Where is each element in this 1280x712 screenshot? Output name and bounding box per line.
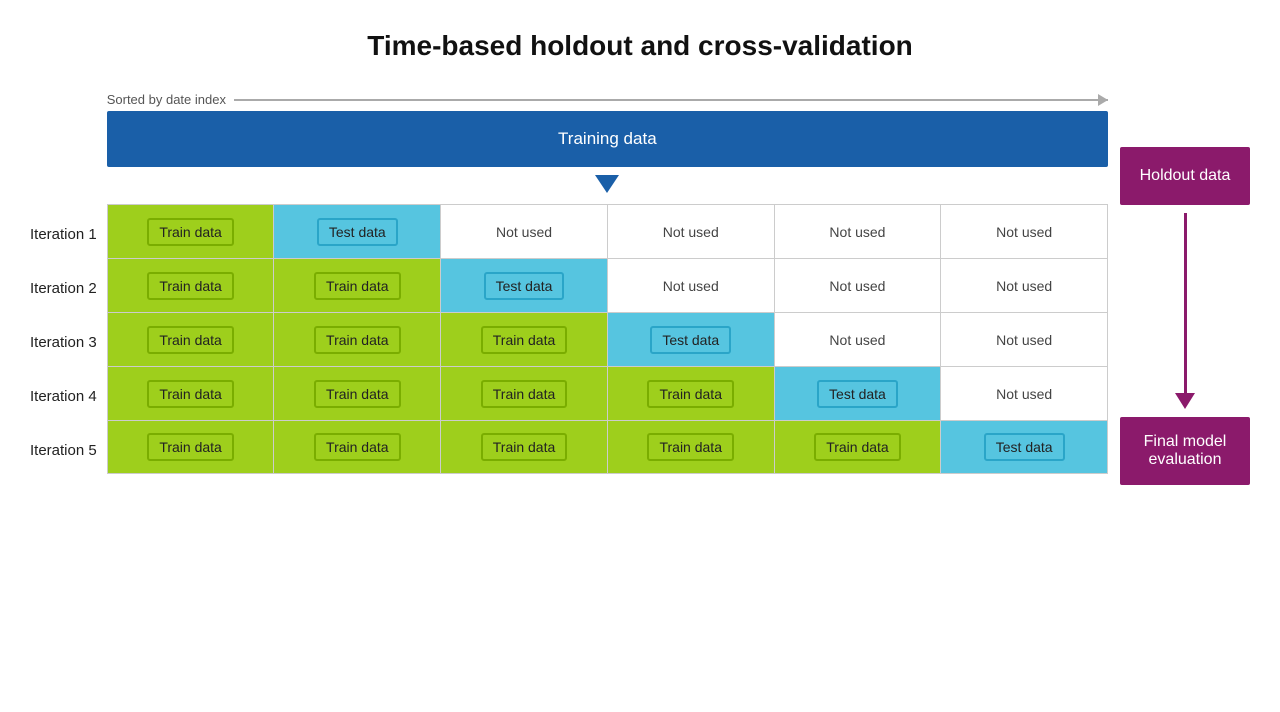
vert-line <box>1184 213 1187 393</box>
content-area: Iteration 1Iteration 2Iteration 3Iterati… <box>30 92 1250 485</box>
train-label: Train data <box>147 433 234 461</box>
grid-cell: Not used <box>608 205 775 258</box>
sort-arrow-row: Sorted by date index <box>107 92 1108 107</box>
grid-cell: Not used <box>775 205 942 258</box>
page: Time-based holdout and cross-validation … <box>0 0 1280 712</box>
grid-cell: Train data <box>274 313 441 366</box>
holdout-box: Holdout data <box>1120 147 1250 205</box>
table-row: Train data Train data Train data Train data… <box>107 366 1108 420</box>
grid-cell: Not used <box>941 367 1107 420</box>
right-side: Holdout data Final model evaluation <box>1120 147 1250 485</box>
iteration-labels: Iteration 1Iteration 2Iteration 3Iterati… <box>30 207 97 477</box>
table-row: Train dataTrain dataTest dataNot usedNot… <box>107 258 1108 312</box>
train-label: Train data <box>314 272 401 300</box>
grid-cell: Train data <box>108 205 275 258</box>
table-row: Train data Train data Train data Train data… <box>107 420 1108 474</box>
grid-cell: Train data <box>274 421 441 473</box>
page-title: Time-based holdout and cross-validation <box>30 30 1250 62</box>
train-label: Train data <box>647 433 734 461</box>
final-evaluation-box: Final model evaluation <box>1120 417 1250 485</box>
grid-cell: Train data <box>274 367 441 420</box>
grid-cell: Train data <box>608 421 775 473</box>
grid-cell: Train data <box>441 367 608 420</box>
train-label: Train data <box>814 433 901 461</box>
train-label: Train data <box>314 380 401 408</box>
grid-cell: Not used <box>775 313 942 366</box>
test-label: Test data <box>984 433 1065 461</box>
train-label: Train data <box>481 380 568 408</box>
test-label: Test data <box>317 218 398 246</box>
grid-cell: Train data <box>441 421 608 473</box>
sort-arrow-line <box>234 99 1108 101</box>
sort-label: Sorted by date index <box>107 92 226 107</box>
grid-cell: Train data <box>608 367 775 420</box>
grid-cell: Test data <box>441 259 608 312</box>
grid-cell: Train data <box>108 259 275 312</box>
train-label: Train data <box>314 433 401 461</box>
main-grid: Sorted by date index Training data Train… <box>107 92 1108 474</box>
train-label: Train data <box>481 433 568 461</box>
iterations-grid: Train dataTest dataNot usedNot usedNot u… <box>107 204 1108 474</box>
test-label: Test data <box>817 380 898 408</box>
train-label: Train data <box>147 380 234 408</box>
grid-cell: Train data <box>775 421 942 473</box>
grid-cell: Test data <box>274 205 441 258</box>
train-label: Train data <box>147 218 234 246</box>
grid-cell: Not used <box>941 259 1107 312</box>
grid-cell: Test data <box>941 421 1107 473</box>
train-label: Train data <box>147 326 234 354</box>
table-row: Train data Train data Train data Test data N… <box>107 312 1108 366</box>
table-row: Train dataTest dataNot usedNot usedNot u… <box>107 204 1108 258</box>
training-bar: Training data <box>107 111 1108 167</box>
iteration-label: Iteration 4 <box>30 369 97 423</box>
iteration-label: Iteration 3 <box>30 315 97 369</box>
train-label: Train data <box>647 380 734 408</box>
down-arrow <box>107 175 1108 198</box>
train-label: Train data <box>314 326 401 354</box>
vertical-arrow <box>1175 213 1195 409</box>
iteration-label: Iteration 1 <box>30 207 97 261</box>
grid-cell: Not used <box>608 259 775 312</box>
grid-cell: Not used <box>941 313 1107 366</box>
iteration-label: Iteration 2 <box>30 261 97 315</box>
grid-cell: Test data <box>608 313 775 366</box>
grid-cell: Train data <box>108 421 275 473</box>
down-arrow-icon <box>595 175 619 193</box>
grid-cell: Not used <box>941 205 1107 258</box>
iteration-label: Iteration 5 <box>30 423 97 477</box>
train-label: Train data <box>147 272 234 300</box>
test-label: Test data <box>650 326 731 354</box>
grid-cell: Train data <box>108 367 275 420</box>
test-label: Test data <box>484 272 565 300</box>
grid-cell: Train data <box>108 313 275 366</box>
vert-arrowhead <box>1175 393 1195 409</box>
grid-cell: Train data <box>441 313 608 366</box>
grid-cell: Not used <box>441 205 608 258</box>
grid-cell: Train data <box>274 259 441 312</box>
grid-cell: Test data <box>775 367 942 420</box>
grid-cell: Not used <box>775 259 942 312</box>
train-label: Train data <box>481 326 568 354</box>
